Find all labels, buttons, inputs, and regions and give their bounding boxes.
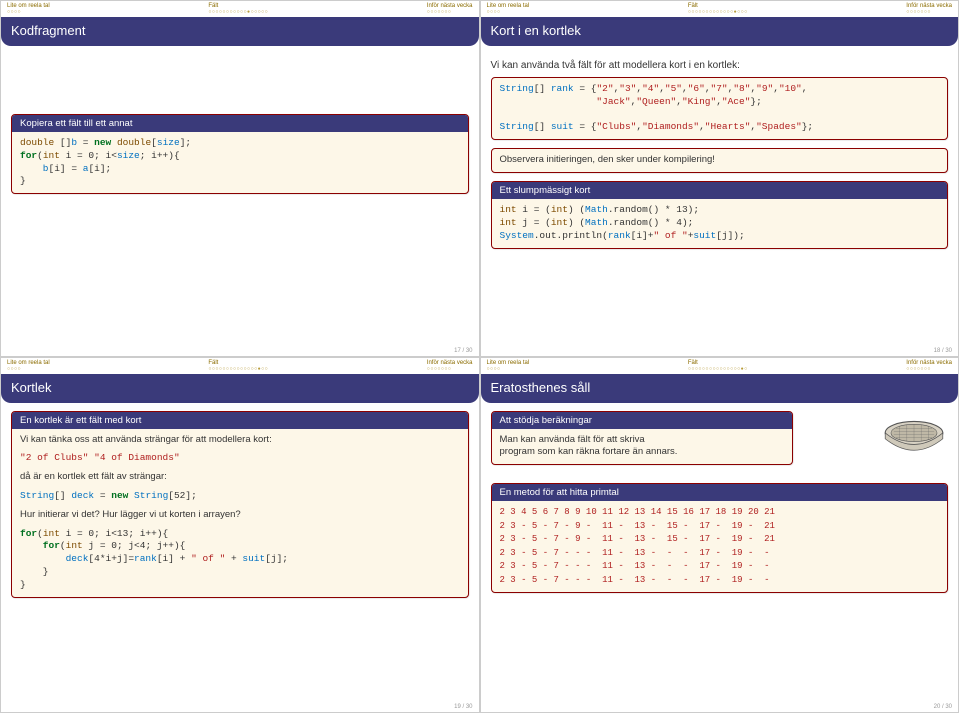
slide-title: Eratosthenes såll bbox=[481, 374, 959, 403]
note-text: Observera initieringen, den sker under k… bbox=[492, 149, 948, 172]
sieve-image bbox=[878, 412, 950, 464]
code-box-2: Ett slumpmässigt kort int i = (int) (Mat… bbox=[491, 181, 949, 248]
slide-title: Kort i en kortlek bbox=[481, 17, 959, 46]
code-content: int i = (int) (Math.random() * 13); int … bbox=[492, 199, 948, 247]
box-body: Vi kan tänka oss att använda strängar fö… bbox=[12, 429, 468, 597]
page-number: 19 / 30 bbox=[454, 704, 472, 710]
page-number: 18 / 30 bbox=[934, 348, 952, 354]
box-text: Man kan använda fält för att skriva prog… bbox=[492, 429, 792, 465]
nav-header: Lite om reela tal○○○○ Fält○○○○○○○○○○○○○○… bbox=[481, 358, 959, 372]
box-header: En metod för att hitta primtal bbox=[492, 484, 948, 501]
page-number: 17 / 30 bbox=[454, 348, 472, 354]
code-content: String[] rank = {"2","3","4","5","6","7"… bbox=[492, 78, 948, 139]
code-box: Kopiera ett fält till ett annat double [… bbox=[11, 114, 469, 194]
primes-table: 2 3 4 5 6 7 8 9 10 11 12 13 14 15 16 17 … bbox=[492, 501, 948, 592]
code-box-1: String[] rank = {"2","3","4","5","6","7"… bbox=[491, 77, 949, 140]
slide-17: Lite om reela tal○○○○ Fält○○○○○○○○○○○●○○… bbox=[0, 0, 480, 357]
slide-20: Lite om reela tal○○○○ Fält○○○○○○○○○○○○○○… bbox=[480, 357, 959, 713]
slide-title: Kodfragment bbox=[1, 17, 479, 46]
page-number: 20 / 30 bbox=[934, 704, 952, 710]
box-header: En kortlek är ett fält med kort bbox=[12, 412, 468, 429]
nav-header: Lite om reela tal○○○○ Fält○○○○○○○○○○○●○○… bbox=[1, 1, 479, 15]
box-header: Ett slumpmässigt kort bbox=[492, 182, 948, 199]
slide-title: Kortlek bbox=[1, 374, 479, 403]
intro-text: Vi kan använda två fält för att modeller… bbox=[491, 60, 949, 71]
box-header: Kopiera ett fält till ett annat bbox=[12, 115, 468, 132]
box-header: Att stödja beräkningar bbox=[492, 412, 792, 429]
main-box: En kortlek är ett fält med kort Vi kan t… bbox=[11, 411, 469, 598]
slide-19: Lite om reela tal○○○○ Fält○○○○○○○○○○○○○○… bbox=[0, 357, 480, 713]
nav-header: Lite om reela tal○○○○ Fält○○○○○○○○○○○○○●… bbox=[481, 1, 959, 15]
note-box: Observera initieringen, den sker under k… bbox=[491, 148, 949, 173]
slide-18: Lite om reela tal○○○○ Fält○○○○○○○○○○○○○●… bbox=[480, 0, 959, 357]
primes-box: En metod för att hitta primtal 2 3 4 5 6… bbox=[491, 483, 949, 593]
code-content: double []b = new double[size]; for(int i… bbox=[12, 132, 468, 193]
nav-header: Lite om reela tal○○○○ Fält○○○○○○○○○○○○○○… bbox=[1, 358, 479, 372]
support-box: Att stödja beräkningar Man kan använda f… bbox=[491, 411, 793, 466]
